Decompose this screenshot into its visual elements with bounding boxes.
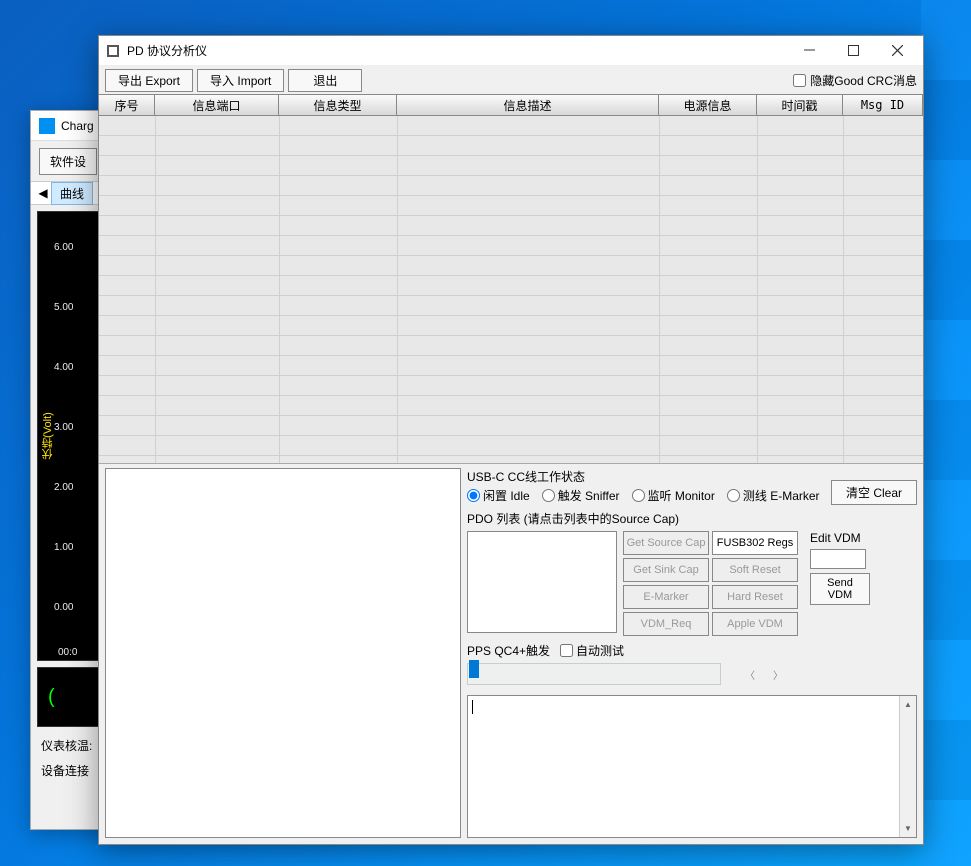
radio-emarker-label[interactable]: 测线 E-Marker xyxy=(727,487,820,504)
bg-app-icon xyxy=(39,118,55,134)
hide-crc-checkbox-label[interactable]: 隐藏Good CRC消息 xyxy=(793,72,917,89)
col-power[interactable]: 电源信息 xyxy=(659,95,757,115)
exit-button[interactable]: 退出 xyxy=(288,69,362,92)
edit-vdm-input[interactable] xyxy=(810,549,866,569)
col-seq[interactable]: 序号 xyxy=(99,95,155,115)
col-msgid[interactable]: Msg ID xyxy=(843,95,923,115)
app-icon xyxy=(107,45,119,57)
log-scrollbar[interactable]: ▲ ▼ xyxy=(899,696,916,837)
bg-window-title: Charg xyxy=(61,119,94,133)
text-cursor xyxy=(472,700,473,714)
auto-test-checkbox[interactable] xyxy=(560,644,573,657)
maximize-button[interactable] xyxy=(831,37,875,65)
send-vdm-button[interactable]: Send VDM xyxy=(810,573,870,605)
table-header: 序号 信息端口 信息类型 信息描述 电源信息 时间戳 Msg ID xyxy=(99,94,923,116)
col-port[interactable]: 信息端口 xyxy=(155,95,279,115)
bg-settings-button[interactable]: 软件设 xyxy=(39,148,97,175)
log-textarea[interactable]: ▲ ▼ xyxy=(467,695,917,838)
bg-dial-icon: ( xyxy=(48,686,55,709)
radio-sniffer-label[interactable]: 触发 Sniffer xyxy=(542,487,620,504)
import-button[interactable]: 导入 Import xyxy=(197,69,284,92)
hide-crc-text: 隐藏Good CRC消息 xyxy=(810,72,917,89)
get-source-cap-button[interactable]: Get Source Cap xyxy=(623,531,709,555)
bg-tab-curve[interactable]: 曲线 xyxy=(51,182,93,205)
usb-status-label: USB-C CC线工作状态 xyxy=(467,468,820,485)
toolbar: 导出 Export 导入 Import 退出 隐藏Good CRC消息 xyxy=(99,66,923,94)
bg-ytick: 5.00 xyxy=(54,302,73,313)
export-button[interactable]: 导出 Export xyxy=(105,69,193,92)
bg-tab-scroll-left[interactable]: ◀ xyxy=(35,186,51,200)
step-next-button[interactable]: 〉 xyxy=(767,665,789,683)
col-type[interactable]: 信息类型 xyxy=(279,95,397,115)
table-body[interactable] xyxy=(99,116,923,464)
vdm-req-button[interactable]: VDM_Req xyxy=(623,612,709,636)
pdo-label: PDO 列表 (请点击列表中的Source Cap) xyxy=(467,510,917,527)
col-desc[interactable]: 信息描述 xyxy=(397,95,659,115)
soft-reset-button[interactable]: Soft Reset xyxy=(712,558,798,582)
bg-ytick: 2.00 xyxy=(54,482,73,493)
scroll-up-icon[interactable]: ▲ xyxy=(900,696,917,713)
radio-idle-label[interactable]: 闲置 Idle xyxy=(467,487,530,504)
titlebar: PD 协议分析仪 xyxy=(99,36,923,66)
get-sink-cap-button[interactable]: Get Sink Cap xyxy=(623,558,709,582)
auto-test-checkbox-label[interactable]: 自动测试 xyxy=(560,642,624,659)
radio-monitor-label[interactable]: 监听 Monitor xyxy=(632,487,715,504)
bg-ytick: 4.00 xyxy=(54,362,73,373)
pps-slider[interactable] xyxy=(467,663,721,685)
apple-vdm-button[interactable]: Apple VDM xyxy=(712,612,798,636)
bg-ytick: 3.00 xyxy=(54,422,73,433)
bg-xtick: 00:0 xyxy=(58,647,77,658)
pdo-list[interactable] xyxy=(467,531,617,633)
clear-button[interactable]: 清空 Clear xyxy=(831,480,917,505)
pps-label: PPS QC4+触发 xyxy=(467,642,550,659)
main-window: PD 协议分析仪 导出 Export 导入 Import 退出 隐藏Good C… xyxy=(98,35,924,845)
emarker-button[interactable]: E-Marker xyxy=(623,585,709,609)
radio-idle[interactable] xyxy=(467,489,480,502)
col-time[interactable]: 时间戳 xyxy=(757,95,843,115)
close-button[interactable] xyxy=(875,37,919,65)
bg-ytick: 0.00 xyxy=(54,602,73,613)
edit-vdm-label: Edit VDM xyxy=(810,531,870,545)
radio-emarker[interactable] xyxy=(727,489,740,502)
hide-crc-checkbox[interactable] xyxy=(793,74,806,87)
radio-sniffer[interactable] xyxy=(542,489,555,502)
pps-slider-thumb[interactable] xyxy=(469,660,479,678)
detail-panel[interactable] xyxy=(105,468,461,838)
scroll-down-icon[interactable]: ▼ xyxy=(900,820,917,837)
fusb302-regs-button[interactable]: FUSB302 Regs xyxy=(712,531,798,555)
minimize-button[interactable] xyxy=(787,37,831,65)
bg-ytick: 1.00 xyxy=(54,542,73,553)
step-prev-button[interactable]: 〈 xyxy=(739,665,761,683)
hard-reset-button[interactable]: Hard Reset xyxy=(712,585,798,609)
radio-monitor[interactable] xyxy=(632,489,645,502)
bg-yaxis-label: 伏特(Volt) xyxy=(40,412,56,460)
bg-ytick: 6.00 xyxy=(54,242,73,253)
window-title: PD 协议分析仪 xyxy=(127,42,787,59)
